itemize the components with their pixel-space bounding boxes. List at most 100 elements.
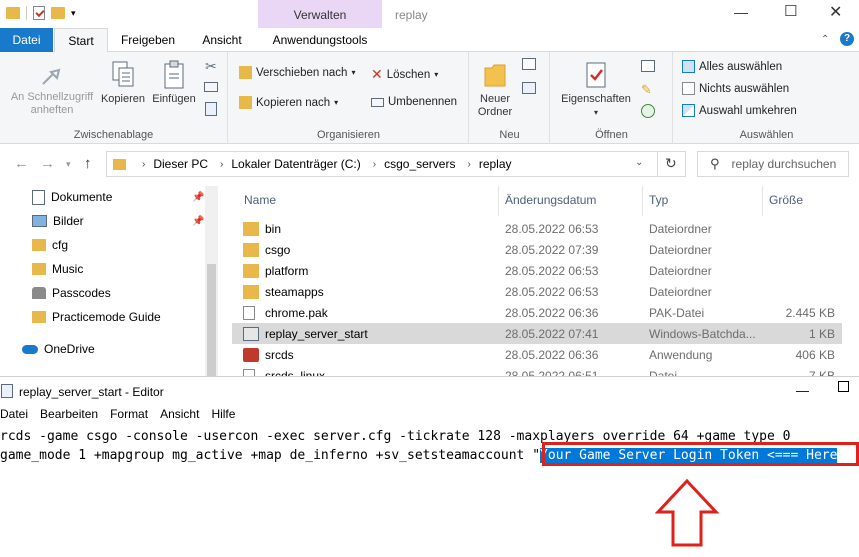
delete-button[interactable]: ✕ Löschen ▾ (371, 66, 438, 83)
rename-button[interactable]: Umbenennen (371, 96, 457, 108)
file-date: 28.05.2022 07:41 (505, 327, 599, 341)
select-all-icon (682, 60, 695, 73)
pin-quick-access-button[interactable]: An Schnellzugriff anheften (4, 62, 100, 117)
file-row[interactable]: chrome.pak 28.05.2022 06:36 PAK-Datei 2.445… (232, 302, 842, 323)
tab-ansicht[interactable]: Ansicht (190, 28, 254, 52)
collapse-ribbon-icon[interactable]: ⌃ (821, 34, 829, 45)
tab-start[interactable]: Start (54, 28, 108, 53)
address-dropdown-icon[interactable]: ⌄ (635, 157, 643, 168)
file-row[interactable]: steamapps 28.05.2022 06:53 Dateiordner (232, 281, 842, 302)
delete-x-icon: ✕ (371, 66, 383, 82)
file-row[interactable]: platform 28.05.2022 06:53 Dateiordner (232, 260, 842, 281)
menu-format[interactable]: Format (110, 407, 148, 425)
pin-icon: 📌 (192, 215, 205, 227)
cut-icon[interactable]: ✂ (205, 58, 217, 75)
tab-freigeben[interactable]: Freigeben (110, 28, 186, 52)
file-name: platform (265, 264, 309, 278)
recent-locations-icon[interactable]: ▾ (66, 159, 71, 170)
easy-access-icon[interactable] (522, 82, 536, 94)
file-date: 28.05.2022 06:53 (505, 264, 599, 278)
file-name: csgo (265, 243, 291, 257)
tab-datei[interactable]: Datei (0, 28, 53, 52)
file-date: 28.05.2022 06:53 (505, 222, 599, 236)
paste-shortcut-icon[interactable] (205, 102, 217, 116)
breadcrumb-item[interactable]: Lokaler Datenträger (C:) (231, 157, 360, 171)
maximize-icon[interactable]: ☐ (784, 2, 797, 20)
minimize-icon[interactable]: — (796, 383, 809, 398)
open-icon[interactable] (641, 60, 655, 72)
breadcrumb-item[interactable]: Dieser PC (153, 157, 208, 171)
nav-item-practicemode-guide[interactable]: Practicemode Guide (32, 306, 161, 328)
qat-dropdown-icon[interactable]: ▾ (71, 8, 76, 19)
nav-item-bilder[interactable]: Bilder 📌 (32, 210, 204, 232)
file-row[interactable]: srcds 28.05.2022 06:36 Anwendung 406 KB (232, 344, 842, 365)
column-header-name[interactable]: Name (244, 190, 276, 210)
new-folder-qat-icon[interactable] (51, 7, 65, 19)
breadcrumb-item[interactable]: csgo_servers (384, 157, 455, 171)
invert-selection-button[interactable]: Auswahl umkehren (682, 104, 797, 117)
move-to-button[interactable]: Verschieben nach ▾ (239, 66, 355, 79)
select-all-button[interactable]: Alles auswählen (682, 60, 782, 73)
new-item-icon[interactable] (522, 58, 536, 70)
menu-ansicht[interactable]: Ansicht (160, 407, 199, 425)
folder-icon (243, 222, 259, 236)
menu-datei[interactable]: Datei (0, 407, 28, 425)
ribbon: An Schnellzugriff anheften Kopieren Einf… (0, 52, 859, 144)
file-row[interactable]: bin 28.05.2022 06:53 Dateiordner (232, 218, 842, 239)
menu-hilfe[interactable]: Hilfe (211, 407, 235, 425)
address-bar[interactable]: › Dieser PC › Lokaler Datenträger (C:) ›… (106, 151, 686, 177)
folder-icon (243, 285, 259, 299)
refresh-icon[interactable]: ↻ (665, 155, 677, 172)
new-folder-button[interactable]: Neuer Ordner (472, 60, 518, 119)
group-label: Öffnen (595, 129, 628, 141)
nav-item-dokumente[interactable]: Dokumente 📌 (32, 186, 204, 208)
file-row[interactable]: csgo 28.05.2022 07:39 Dateiordner (232, 239, 842, 260)
new-folder-icon (484, 64, 506, 87)
column-header-type[interactable]: Typ (649, 190, 668, 210)
menu-bearbeiten[interactable]: Bearbeiten (40, 407, 98, 425)
breadcrumb-item[interactable]: replay (479, 157, 512, 171)
column-header-date[interactable]: Änderungsdatum (505, 190, 596, 210)
tab-anwendungstools[interactable]: Anwendungstools (258, 28, 382, 52)
nav-item-cfg[interactable]: cfg (32, 234, 68, 256)
copy-button[interactable]: Kopieren (98, 60, 148, 106)
copy-to-button[interactable]: Kopieren nach ▾ (239, 96, 338, 109)
file-icon (243, 306, 255, 320)
search-box[interactable]: ⚲ replay durchsuchen (697, 151, 849, 177)
copy-path-icon[interactable] (204, 82, 218, 92)
nav-item-passcodes[interactable]: Passcodes (32, 282, 111, 304)
close-icon[interactable]: ✕ (829, 2, 842, 22)
paste-button[interactable]: Einfügen (150, 60, 198, 106)
window-title: replay (395, 8, 428, 22)
up-icon[interactable]: ↑ (84, 155, 92, 172)
minimize-icon[interactable]: — (734, 4, 748, 20)
properties-button[interactable]: Eigenschaften ▾ (555, 60, 637, 119)
file-date: 28.05.2022 06:36 (505, 348, 599, 362)
edit-icon[interactable]: ✎ (641, 82, 652, 98)
maximize-icon[interactable] (838, 381, 849, 392)
quick-access-toolbar: ▾ (6, 6, 76, 20)
search-placeholder: replay durchsuchen (731, 157, 837, 171)
history-icon[interactable] (641, 104, 655, 118)
column-header-size[interactable]: Größe (769, 190, 803, 210)
nav-item-onedrive[interactable]: OneDrive (22, 338, 95, 360)
file-date: 28.05.2022 06:53 (505, 285, 599, 299)
properties-qat-icon[interactable] (33, 6, 45, 20)
file-type: PAK-Datei (649, 306, 705, 320)
help-icon[interactable]: ? (840, 32, 854, 46)
copy-folder-icon (239, 96, 252, 109)
file-type: Anwendung (649, 348, 713, 362)
file-row[interactable]: srcds_linux 28.05.2022 06:51 Datei 7 KB (232, 365, 842, 376)
group-organize: Verschieben nach ▾ Kopieren nach ▾ ✕ Lösch… (229, 52, 469, 144)
properties-icon (586, 62, 606, 88)
group-open: Eigenschaften ▾ ✎ Öffnen (551, 52, 673, 144)
nav-item-music[interactable]: Music (32, 258, 83, 280)
scrollbar-thumb[interactable] (207, 264, 216, 376)
back-icon[interactable]: ← (14, 155, 29, 172)
nav-scrollbar[interactable] (205, 186, 218, 376)
forward-icon[interactable]: → (40, 155, 55, 172)
ribbon-tabs: Datei Start Freigeben Ansicht Anwendungs… (0, 28, 859, 53)
file-size: 2.445 KB (785, 306, 835, 320)
file-row[interactable]: replay_server_start 28.05.2022 07:41 Windo… (232, 323, 842, 344)
select-none-button[interactable]: Nichts auswählen (682, 82, 789, 95)
